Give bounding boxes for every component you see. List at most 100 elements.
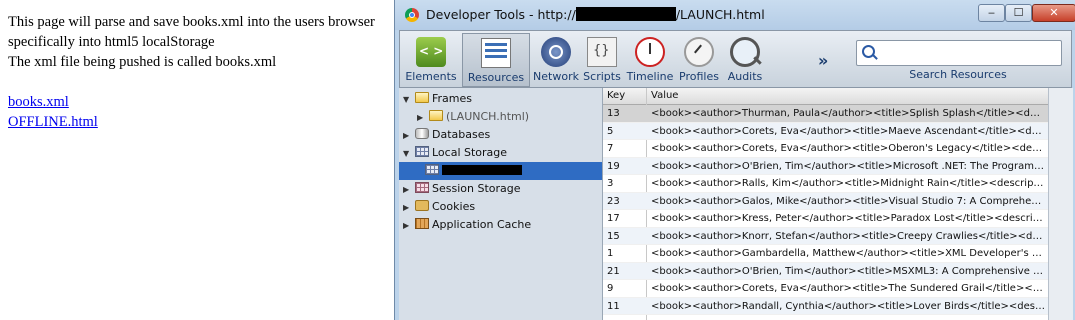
row-key: 15 — [607, 230, 620, 242]
maximize-icon: ☐ — [1013, 6, 1024, 19]
row-value: <book><author>Corets, Eva</author><title… — [651, 143, 1045, 154]
close-icon: ✕ — [1049, 6, 1059, 19]
collapsed-arrow-icon[interactable]: ▶ — [403, 199, 413, 217]
minimize-icon: ‒ — [988, 6, 995, 19]
offline-html-link[interactable]: OFFLINE.html — [8, 112, 398, 132]
table-row[interactable]: 19 <book><author>O'Brien, Tim</author><ti… — [603, 157, 1048, 175]
collapsed-arrow-icon[interactable]: ▶ — [403, 181, 413, 199]
tab-scripts[interactable]: Scripts — [582, 33, 622, 87]
local-storage-table: Key Value 13 <book><author>Thurman, Paula… — [603, 88, 1048, 320]
chrome-icon — [405, 8, 419, 22]
tab-audits[interactable]: Audits — [724, 33, 766, 87]
folder-icon — [429, 110, 443, 121]
tab-timeline[interactable]: Timeline — [626, 33, 674, 87]
row-key: 21 — [607, 265, 620, 277]
audits-icon — [730, 37, 760, 67]
close-button[interactable]: ✕ — [1032, 4, 1075, 22]
tree-item-label: Frames — [432, 92, 473, 105]
cookie-icon — [415, 200, 429, 211]
tree-item-label: Databases — [432, 128, 491, 141]
tab-resources[interactable]: Resources — [462, 33, 530, 87]
tab-timeline-label: Timeline — [626, 70, 674, 83]
row-key: 7 — [607, 143, 614, 154]
devtools-toolbar: Elements Resources Network Scripts Timel… — [399, 30, 1072, 88]
row-key: 1 — [607, 248, 614, 259]
expanded-arrow-icon[interactable]: ▼ — [403, 145, 413, 163]
table-row[interactable]: 3 <book><author>Ralls, Kim</author><title… — [603, 175, 1048, 193]
row-value: <book><author>Randall, Cynthia</author><… — [651, 300, 1045, 312]
tab-audits-label: Audits — [727, 70, 763, 83]
table-row[interactable]: 11 <book><author>Randall, Cynthia</author… — [603, 297, 1048, 315]
developer-tools-window: Developer Tools - http:///LAUNCH.html ‒ … — [394, 0, 1075, 320]
tab-elements[interactable]: Elements — [402, 33, 460, 87]
tab-network-label: Network — [533, 70, 579, 83]
table-row[interactable]: 9 <book><author>Corets, Eva</author><titl… — [603, 280, 1048, 298]
window-title: Developer Tools - http:///LAUNCH.html — [426, 7, 765, 22]
storage-grid-icon — [415, 182, 429, 193]
row-key: 5 — [607, 125, 614, 137]
search-box[interactable] — [856, 40, 1062, 66]
search-label: Search Resources — [909, 68, 1007, 81]
collapsed-arrow-icon[interactable]: ▶ — [403, 127, 413, 145]
tree-item-label: Cookies — [432, 200, 476, 213]
table-row[interactable]: 17 <book><author>Kress, Peter</author><ti… — [603, 210, 1048, 228]
expanded-arrow-icon[interactable]: ▼ — [403, 91, 413, 109]
tree-item-session-storage[interactable]: ▶ Session Storage — [403, 180, 521, 198]
tab-scripts-label: Scripts — [583, 70, 621, 83]
collapsed-arrow-icon[interactable]: ▶ — [403, 217, 413, 235]
row-key: 3 — [607, 178, 614, 189]
collapsed-arrow-icon[interactable]: ▶ — [417, 109, 427, 127]
row-value: <book><author>Galos, Mike</author><title… — [651, 195, 1045, 207]
search-icon — [862, 45, 875, 58]
table-row[interactable]: 1 <book><author>Gambardella, Matthew</aut… — [603, 245, 1048, 263]
row-value: <book><author>Corets, Eva</author><title… — [651, 125, 1045, 137]
row-value: <book><author>O'Brien, Tim</author><titl… — [651, 160, 1045, 172]
row-value: <book><author>Thurman, Paula</author><ti… — [651, 108, 1045, 119]
row-value: <book><author>Knorr, Stefan</author><tit… — [651, 230, 1045, 242]
row-value: <book><author>Corets, Eva</author><title… — [651, 283, 1045, 294]
tree-item-databases[interactable]: ▶ Databases — [403, 126, 490, 144]
row-key: 23 — [607, 195, 620, 207]
tree-item-frames[interactable]: ▼ Frames — [403, 90, 472, 108]
tab-network[interactable]: Network — [532, 33, 580, 87]
books-xml-link[interactable]: books.xml — [8, 92, 398, 112]
column-header-key[interactable]: Key — [607, 88, 625, 104]
row-key: 13 — [607, 108, 620, 119]
elements-icon — [416, 37, 446, 67]
profiles-icon — [684, 37, 714, 67]
redacted-host — [575, 7, 676, 21]
tree-item-label: Local Storage — [432, 146, 508, 159]
vertical-scrollbar[interactable] — [1048, 88, 1073, 320]
tab-resources-label: Resources — [467, 71, 525, 84]
tab-profiles[interactable]: Profiles — [676, 33, 722, 87]
row-key: 11 — [607, 300, 620, 312]
window-titlebar[interactable]: Developer Tools - http:///LAUNCH.html ‒ … — [395, 0, 1075, 30]
storage-grid-icon — [415, 146, 429, 157]
tab-profiles-label: Profiles — [679, 70, 719, 83]
timeline-icon — [635, 37, 665, 67]
resources-sidebar: ▼ Frames ▶ (LAUNCH.html) ▶ Databases ▼ Local… — [399, 88, 603, 320]
table-row[interactable]: 5 <book><author>Corets, Eva</author><titl… — [603, 122, 1048, 140]
tree-item-label: (LAUNCH.html) — [446, 110, 530, 123]
table-row[interactable]: 21 <book><author>O'Brien, Tim</author><ti… — [603, 262, 1048, 280]
tree-item-application-cache[interactable]: ▶ Application Cache — [403, 216, 531, 234]
tree-item-local-storage[interactable]: ▼ Local Storage — [403, 144, 507, 162]
table-row[interactable]: 15 <book><author>Knorr, Stefan</author><t… — [603, 227, 1048, 245]
maximize-button[interactable]: ☐ — [1005, 4, 1032, 22]
tree-item-cookies[interactable]: ▶ Cookies — [403, 198, 475, 216]
tree-item-launch-frame[interactable]: ▶ (LAUNCH.html) — [417, 108, 529, 126]
tab-elements-label: Elements — [405, 70, 457, 83]
minimize-button[interactable]: ‒ — [978, 4, 1005, 22]
redacted-origin — [442, 165, 522, 175]
table-header: Key Value — [603, 88, 1048, 105]
row-key: 17 — [607, 213, 620, 224]
table-row[interactable]: 7 <book><author>Corets, Eva</author><titl… — [603, 140, 1048, 158]
tree-item-local-storage-origin[interactable] — [399, 162, 602, 180]
table-row[interactable]: 13 <book><author>Thurman, Paula</author><… — [603, 105, 1048, 123]
table-row[interactable]: 23 <book><author>Galos, Mike</author><tit… — [603, 192, 1048, 210]
more-panels-chevron-icon[interactable]: » — [818, 51, 828, 70]
search-resources-input[interactable] — [879, 44, 1058, 62]
row-key: 19 — [607, 160, 620, 172]
column-header-value[interactable]: Value — [651, 88, 678, 104]
tree-item-label: Session Storage — [432, 182, 521, 195]
